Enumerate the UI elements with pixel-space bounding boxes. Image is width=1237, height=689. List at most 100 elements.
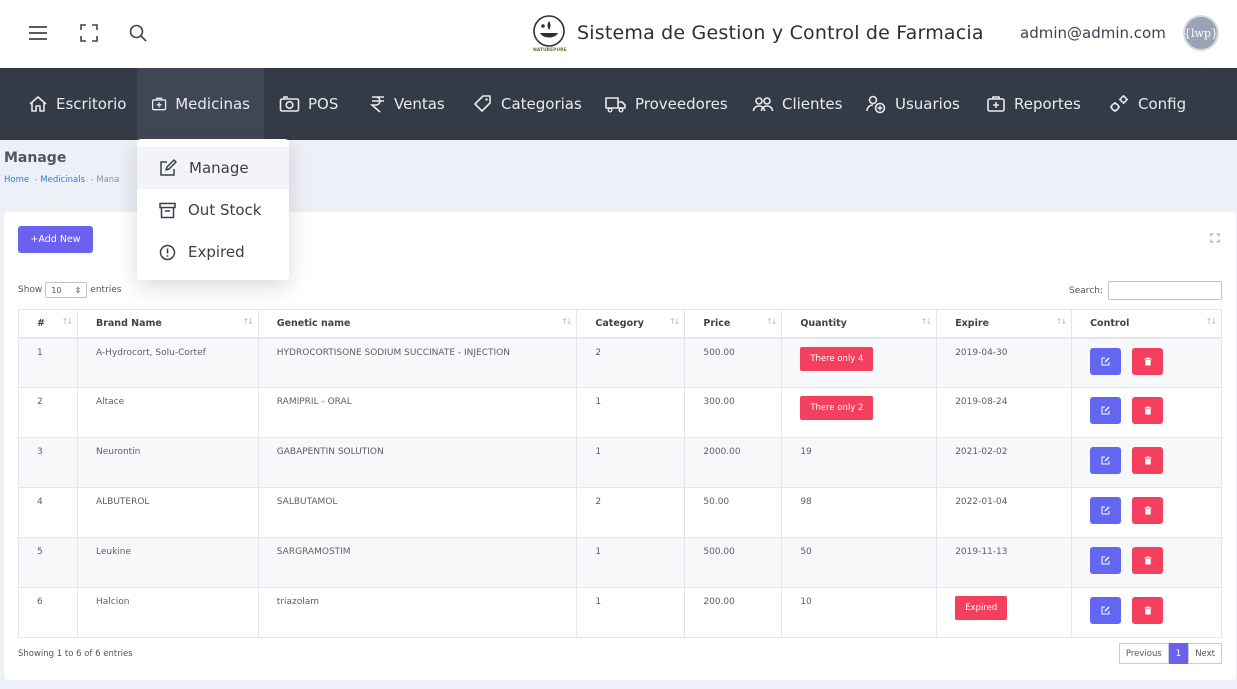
entries-label: entries — [90, 285, 122, 295]
fullscreen-icon[interactable] — [78, 22, 100, 44]
nav-escritorio[interactable]: Escritorio — [14, 68, 140, 140]
cell-generic: triazolam — [257, 587, 578, 638]
cell-quantity: There only 4 — [781, 337, 938, 388]
cell-price: 500.00 — [684, 337, 783, 388]
expire-value: 2021-02-02 — [955, 447, 1008, 457]
nav-ventas[interactable]: Ventas — [356, 68, 459, 140]
cell-number: 4 — [18, 487, 78, 538]
medkit-icon — [151, 97, 167, 111]
nav-usuarios[interactable]: Usuarios — [851, 68, 974, 140]
delete-button[interactable] — [1132, 397, 1164, 424]
col-header-generic[interactable]: Genetic name ↑↓ — [257, 309, 578, 339]
table-row: 5 Leukine SARGRAMOSTIM 1 500.00 50 2019-11-13 — [18, 537, 1222, 588]
nav-clientes[interactable]: Clientes — [738, 68, 856, 140]
table-row: 1 A-Hydrocort, Solu-Cortef HYDROCORTISONE … — [18, 337, 1222, 388]
cell-category: 2 — [576, 487, 686, 538]
delete-button[interactable] — [1132, 497, 1164, 524]
cell-expire: Expired — [936, 587, 1073, 638]
edit-button[interactable] — [1090, 397, 1122, 424]
cell-price: 500.00 — [684, 537, 783, 588]
search-icon[interactable] — [127, 22, 149, 44]
cell-quantity: 50 — [781, 537, 938, 588]
expand-icon[interactable] — [1210, 228, 1220, 247]
col-header-control[interactable]: Control ↑↓ — [1071, 309, 1222, 339]
edit-button[interactable] — [1090, 447, 1122, 474]
expire-value: 2019-11-13 — [955, 547, 1008, 557]
col-header-price[interactable]: Price ↑↓ — [684, 309, 783, 339]
cell-control — [1071, 437, 1222, 488]
cell-control — [1071, 337, 1222, 388]
col-header-number[interactable]: # ↑↓ — [18, 309, 78, 339]
col-header-category[interactable]: Category ↑↓ — [576, 309, 686, 339]
add-new-button[interactable]: +Add New — [18, 226, 93, 253]
show-label: Show — [18, 285, 43, 295]
breadcrumb-medicinals[interactable]: Medicinals — [40, 175, 85, 185]
edit-button[interactable] — [1090, 497, 1122, 524]
table-header-row: # ↑↓ Brand Name ↑↓ Genetic name ↑↓ Category… — [18, 309, 1222, 339]
delete-button[interactable] — [1132, 347, 1164, 375]
cell-control — [1071, 487, 1222, 538]
edit-button[interactable] — [1090, 597, 1122, 624]
nav-label: Config — [1138, 95, 1187, 113]
truck-icon — [605, 97, 626, 113]
cell-category: 1 — [576, 387, 686, 438]
cell-number: 6 — [18, 587, 78, 638]
dropdown-label: Out Stock — [188, 201, 262, 219]
sort-icon: ↑↓ — [920, 317, 932, 326]
cell-brand: A-Hydrocort, Solu-Cortef — [76, 337, 259, 388]
nav-medicinas[interactable]: Medicinas — [137, 68, 264, 140]
next-button[interactable]: Next — [1188, 643, 1222, 664]
nav-proveedores[interactable]: Proveedores — [591, 68, 742, 140]
search-input[interactable] — [1108, 281, 1222, 300]
delete-button[interactable] — [1132, 447, 1164, 474]
cell-price: 50.00 — [684, 487, 783, 538]
cell-price: 2000.00 — [684, 437, 783, 488]
cell-quantity: 19 — [781, 437, 938, 488]
col-header-expire[interactable]: Expire ↑↓ — [936, 309, 1073, 339]
entries-select[interactable]: 10 ⇕ — [45, 282, 88, 298]
nav-label: Ventas — [394, 95, 445, 113]
cell-category: 1 — [576, 587, 686, 638]
edit-button[interactable] — [1090, 347, 1122, 375]
nav-reportes[interactable]: Reportes — [972, 68, 1095, 140]
users-icon — [752, 97, 774, 112]
nav-config[interactable]: Config — [1094, 68, 1200, 140]
rupee-icon — [370, 96, 384, 113]
cell-brand: Altace — [76, 387, 259, 438]
edit-icon — [160, 159, 177, 176]
nav-pos[interactable]: POS — [265, 68, 352, 140]
home-icon — [29, 96, 47, 112]
delete-button[interactable] — [1132, 547, 1164, 574]
cell-price: 200.00 — [684, 587, 783, 638]
dropdown-item-out-stock[interactable]: Out Stock — [137, 189, 289, 231]
menu-icon[interactable] — [27, 22, 49, 44]
nav-categorias[interactable]: Categorias — [459, 68, 596, 140]
cell-category: 1 — [576, 437, 686, 488]
user-email[interactable]: admin@admin.com — [1020, 24, 1166, 42]
dropdown-item-expired[interactable]: Expired — [137, 231, 289, 273]
nav-label: Escritorio — [56, 95, 127, 113]
col-header-brand[interactable]: Brand Name ↑↓ — [76, 309, 259, 339]
cell-brand: Neurontin — [76, 437, 259, 488]
cell-expire: 2019-08-24 — [936, 387, 1073, 438]
camera-icon — [279, 96, 300, 112]
dropdown-item-manage[interactable]: Manage — [137, 147, 289, 189]
cell-quantity: There only 2 — [781, 387, 938, 438]
previous-button[interactable]: Previous — [1118, 643, 1169, 664]
table-row: 3 Neurontin GABAPENTIN SOLUTION 1 2000.00 19 2… — [18, 437, 1222, 488]
nav-label: Proveedores — [635, 95, 728, 113]
report-icon — [987, 96, 1005, 112]
sort-icon: ↑↓ — [1205, 317, 1217, 326]
breadcrumb-home[interactable]: Home — [4, 175, 29, 185]
delete-button[interactable] — [1132, 597, 1164, 624]
col-header-quantity[interactable]: Quantity ↑↓ — [781, 309, 938, 339]
edit-button[interactable] — [1090, 547, 1122, 574]
sort-icon: ↑↓ — [668, 317, 680, 326]
gears-icon — [1110, 95, 1128, 112]
avatar[interactable]: {lwp} — [1183, 15, 1219, 51]
trash-icon — [1144, 456, 1152, 465]
breadcrumb-current: Mana — [96, 175, 120, 185]
edit-icon — [1101, 357, 1110, 365]
sort-icon: ↑↓ — [561, 317, 572, 326]
page-button-current[interactable]: 1 — [1168, 643, 1189, 664]
